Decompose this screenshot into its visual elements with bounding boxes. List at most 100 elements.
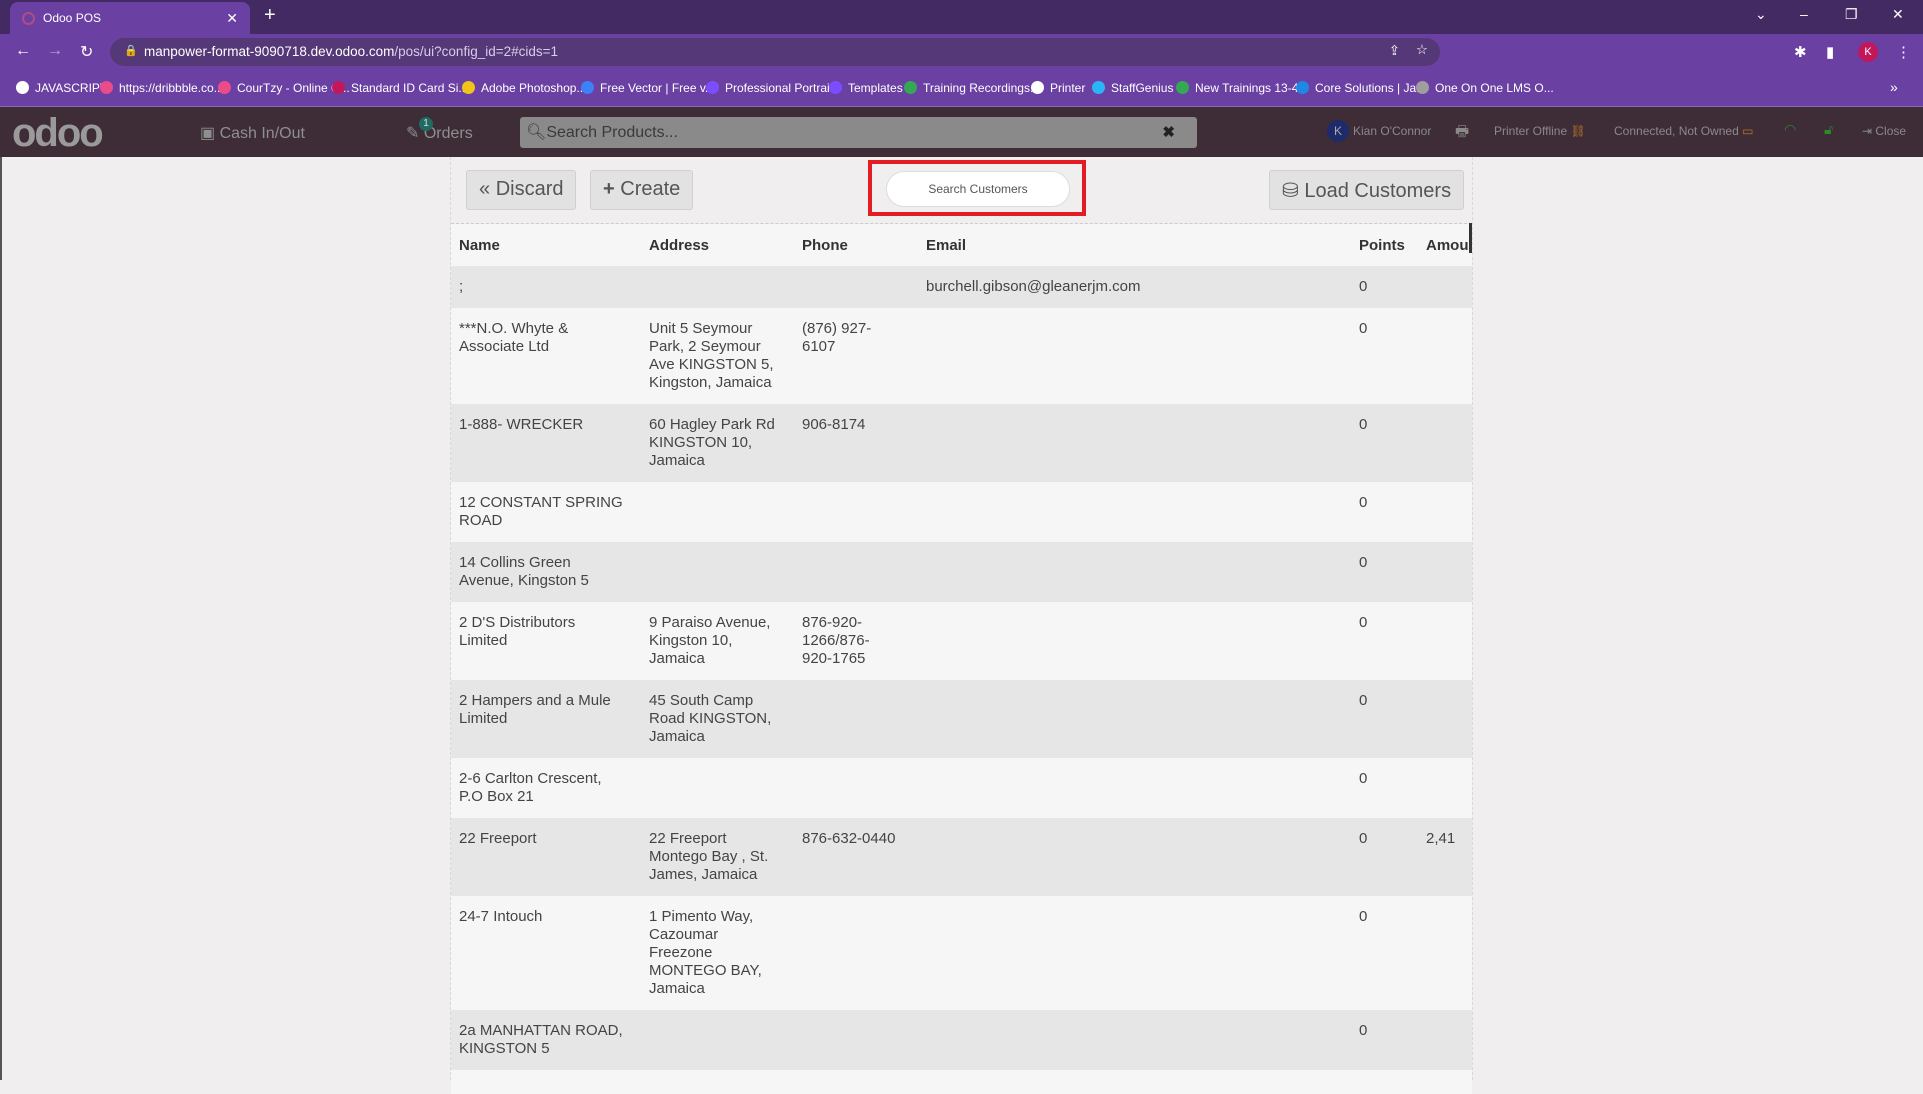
discard-button[interactable]: « Discard: [466, 170, 577, 210]
cash-label: Cash In/Out: [219, 125, 305, 142]
cell-address: [641, 482, 794, 542]
url-host: manpower-format-9090718.dev.odoo.com: [144, 44, 395, 59]
extensions-icon[interactable]: ✱: [1794, 43, 1807, 61]
close-pos-button[interactable]: ⇥ Close: [1862, 124, 1906, 138]
close-label: Close: [1875, 124, 1907, 138]
cell-points: 0: [1351, 818, 1418, 896]
minimize-icon[interactable]: –: [1800, 6, 1808, 22]
menu-icon[interactable]: ⋮: [1896, 43, 1911, 61]
load-customers-button[interactable]: ⛁ Load Customers: [1269, 170, 1465, 210]
more-bookmarks-icon[interactable]: »: [1890, 79, 1898, 95]
new-tab-icon[interactable]: +: [264, 4, 276, 27]
bookmark-label: StaffGenius: [1111, 81, 1174, 95]
table-row[interactable]: 24-7 Intouch 1 Pimento Way, Cazoumar Free…: [451, 896, 1472, 1010]
load-customers-label: Load Customers: [1304, 180, 1452, 202]
odoo-logo: odoo: [12, 111, 104, 155]
bookmark-item[interactable]: Core Solutions | Ja...: [1296, 81, 1426, 95]
browser-tab[interactable]: Odoo POS ✕: [10, 2, 250, 34]
reload-icon[interactable]: ↻: [80, 42, 93, 62]
table-row[interactable]: [451, 1070, 1472, 1094]
back-icon[interactable]: ←: [15, 42, 31, 60]
bookmark-item[interactable]: Professional Portrai...: [706, 81, 840, 95]
bookmark-label: Training Recordings...: [923, 81, 1040, 95]
search-customers-placeholder: Search Customers: [928, 182, 1028, 196]
table-row[interactable]: 2 Hampers and a Mule Limited 45 South Cam…: [451, 680, 1472, 758]
table-row[interactable]: 2-6 Carlton Crescent, P.O Box 21 0: [451, 758, 1472, 818]
table-row[interactable]: 22 Freeport 22 Freeport Montego Bay , St.…: [451, 818, 1472, 896]
cash-in-out-button[interactable]: ▣ Cash In/Out: [200, 123, 305, 143]
bookmark-item[interactable]: Adobe Photoshop...: [462, 81, 586, 95]
bookmark-item[interactable]: JAVASCRIPT: [16, 81, 107, 95]
cell-email: [918, 542, 1351, 602]
bookmark-item[interactable]: https://dribbble.co...: [100, 81, 224, 95]
lock-icon: 🔒: [124, 45, 138, 57]
table-row[interactable]: 12 CONSTANT SPRING ROAD 0: [451, 482, 1472, 542]
bookmark-favicon-icon: [581, 81, 594, 94]
discard-label: Discard: [495, 178, 564, 200]
customer-search-input[interactable]: Search Customers: [886, 171, 1070, 207]
table-row[interactable]: ***N.O. Whyte & Associate Ltd Unit 5 Seym…: [451, 308, 1472, 404]
bookmark-favicon-icon: [218, 81, 231, 94]
table-row[interactable]: 2 D'S Distributors Limited 9 Paraiso Aven…: [451, 602, 1472, 680]
table-row[interactable]: 2a MANHATTAN ROAD, KINGSTON 5 0: [451, 1010, 1472, 1070]
cell-name: ***N.O. Whyte & Associate Ltd: [451, 308, 641, 404]
cell-amount: [1418, 482, 1472, 542]
bookmark-item[interactable]: StaffGenius: [1092, 81, 1173, 95]
bookmark-item[interactable]: Printer: [1031, 81, 1085, 95]
profile-avatar[interactable]: K: [1858, 42, 1878, 62]
bookmark-item[interactable]: CourTzy - Online C...: [218, 81, 350, 95]
cell-address: 1 Pimento Way, Cazoumar Freezone MONTEGO…: [641, 896, 794, 1010]
create-button[interactable]: + Create: [590, 170, 694, 210]
bookmark-label: Printer: [1050, 81, 1086, 95]
restore-icon[interactable]: ❐: [1845, 6, 1858, 23]
connection-status[interactable]: Connected, Not Owned ▭: [1614, 124, 1753, 138]
cell-email: [918, 1070, 1351, 1094]
cell-address: [641, 266, 794, 308]
search-placeholder: Search Products...: [546, 124, 678, 141]
close-tab-icon[interactable]: ✕: [226, 10, 238, 27]
bookmark-item[interactable]: Standard ID Card Si...: [332, 81, 468, 95]
product-search-input[interactable]: 🔍︎Search Products... ✖: [520, 117, 1197, 148]
table-row[interactable]: 14 Collins Green Avenue, Kingston 5 0: [451, 542, 1472, 602]
share-icon[interactable]: ⇪: [1389, 43, 1400, 59]
orders-button[interactable]: ✎ Orders: [406, 123, 473, 143]
clear-search-icon[interactable]: ✖: [1162, 123, 1175, 141]
search-icon: 🔍︎: [526, 124, 547, 141]
table-row[interactable]: 1-888- WRECKER 60 Hagley Park Rd KINGSTON…: [451, 404, 1472, 482]
bookmark-favicon-icon: [332, 81, 345, 94]
forward-icon[interactable]: →: [47, 42, 63, 60]
bookmark-star-icon[interactable]: ☆: [1416, 42, 1428, 58]
table-row[interactable]: ; burchell.gibson@gleanerjm.com 0: [451, 266, 1472, 308]
cashier-button[interactable]: K Kian O'Connor: [1327, 120, 1431, 142]
bookmark-favicon-icon: [462, 81, 475, 94]
printer-icon[interactable]: 🖶: [1455, 121, 1469, 146]
url-field[interactable]: 🔒 manpower-format-9090718.dev.odoo.com/p…: [110, 38, 1440, 66]
bookmark-favicon-icon: [904, 81, 917, 94]
bookmark-label: Free Vector | Free v...: [600, 81, 715, 95]
cell-points: 0: [1351, 680, 1418, 758]
unlock-icon[interactable]: 🔓︎: [1824, 121, 1833, 138]
cash-icon: ▣: [200, 125, 220, 142]
cell-points: 0: [1351, 308, 1418, 404]
close-window-icon[interactable]: ✕: [1892, 6, 1904, 23]
bookmark-favicon-icon: [100, 81, 113, 94]
tab-search-icon[interactable]: ⌄: [1755, 6, 1767, 23]
column-header: Points: [1351, 224, 1418, 266]
cell-address: Unit 5 Seymour Park, 2 Seymour Ave KINGS…: [641, 308, 794, 404]
bookmark-item[interactable]: Free Vector | Free v...: [581, 81, 715, 95]
printer-status[interactable]: Printer Offline ⛓: [1494, 124, 1586, 138]
bookmark-item[interactable]: New Trainings 13-4...: [1176, 81, 1308, 95]
side-panel-icon[interactable]: ▮: [1826, 43, 1834, 61]
bookmark-item[interactable]: One On One LMS O...: [1416, 81, 1554, 95]
cell-address: [641, 1010, 794, 1070]
user-avatar: K: [1327, 120, 1349, 142]
cell-name: 24-7 Intouch: [451, 896, 641, 1010]
bookmark-item[interactable]: Templates: [829, 81, 903, 95]
cell-name: 2-6 Carlton Crescent, P.O Box 21: [451, 758, 641, 818]
bookmark-label: Adobe Photoshop...: [481, 81, 587, 95]
scrollbar[interactable]: [1469, 223, 1472, 253]
cell-address: [641, 758, 794, 818]
cell-phone: [794, 266, 918, 308]
bookmark-label: Core Solutions | Ja...: [1315, 81, 1427, 95]
bookmark-item[interactable]: Training Recordings...: [904, 81, 1040, 95]
